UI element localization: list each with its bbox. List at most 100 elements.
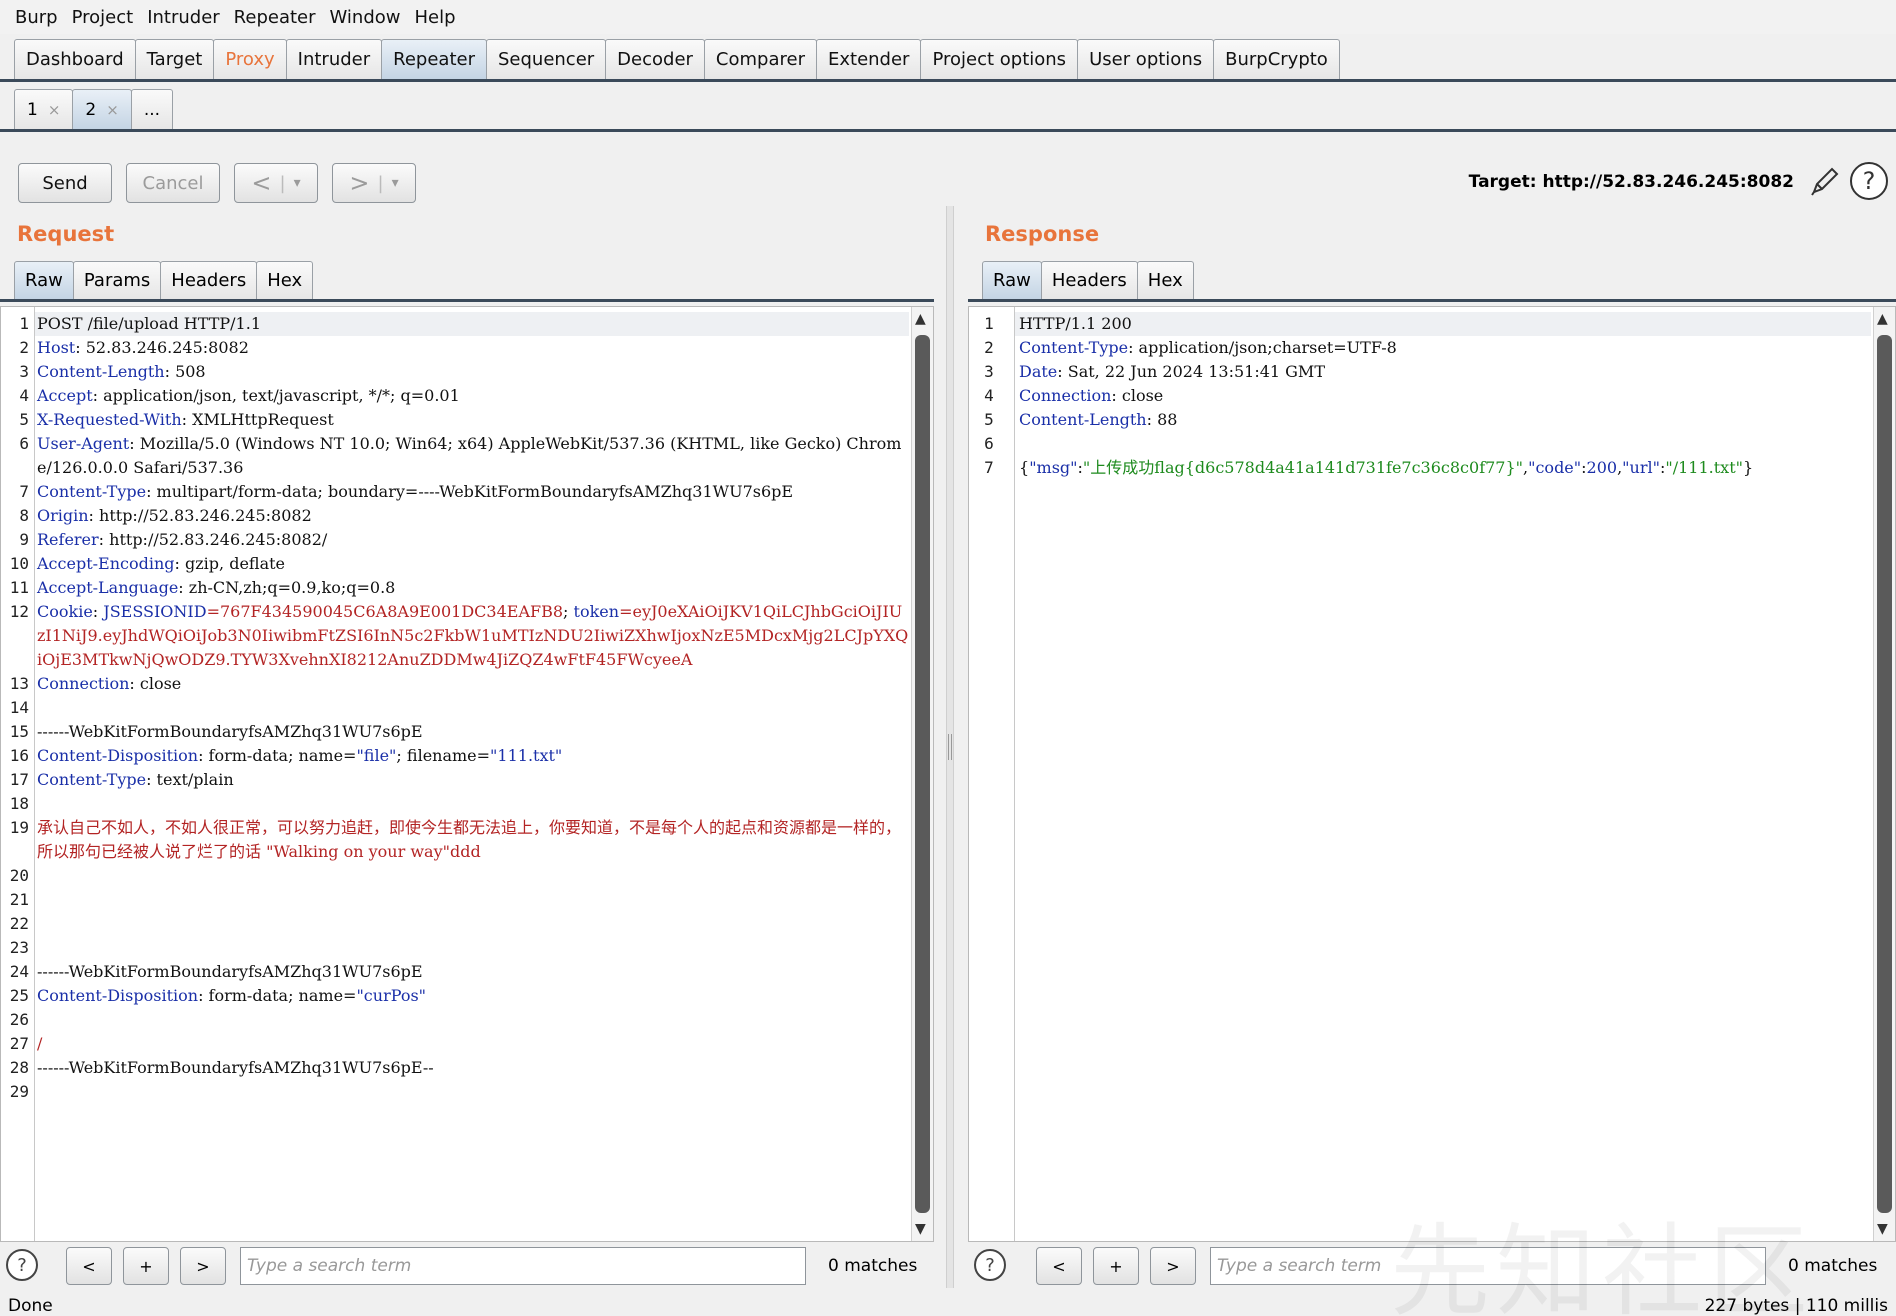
editor-line: 7 {"msg":"上传成功flag{d6c578d4a41a141d731fe7… [969, 456, 1871, 480]
editor-line: 15 ------WebKitFormBoundaryfsAMZhq31WU7s6… [1, 720, 909, 744]
menu-help[interactable]: Help [408, 7, 463, 28]
add-match-button[interactable]: + [123, 1247, 169, 1285]
help-icon[interactable]: ? [974, 1249, 1006, 1281]
send-button[interactable]: Send [18, 163, 112, 203]
response-tab-raw[interactable]: Raw [982, 261, 1042, 299]
line-content [35, 696, 909, 720]
editor-line: 1 POST /file/upload HTTP/1.1 [1, 312, 909, 336]
repeater-toolbar: Send Cancel < | ▾ > | ▾ Target: http://5… [0, 160, 1896, 204]
token: : multipart/form-data; boundary=----WebK… [146, 482, 794, 501]
line-number: 26 [9, 1010, 29, 1029]
response-text[interactable]: 1 HTTP/1.1 200 2 Content-Type: application/… [969, 312, 1871, 480]
response-view-tabs: Raw Headers Hex [968, 261, 1896, 302]
line-content: Origin: http://52.83.246.245:8082 [35, 504, 909, 528]
pencil-icon[interactable] [1808, 164, 1842, 198]
menu-project[interactable]: Project [65, 7, 141, 28]
add-match-button[interactable]: + [1093, 1247, 1139, 1285]
tab-repeater[interactable]: Repeater [381, 39, 487, 79]
status-bar: Done 227 bytes | 110 millis [0, 1294, 1896, 1316]
editor-line: 29 [1, 1080, 909, 1104]
line-content: Accept-Language: zh-CN,zh;q=0.9,ko;q=0.8 [35, 576, 909, 600]
tab-target[interactable]: Target [134, 39, 215, 79]
response-editor[interactable]: 1 HTTP/1.1 200 2 Content-Type: application/… [968, 306, 1896, 1242]
line-number: 12 [9, 602, 29, 621]
response-scrollbar[interactable]: ▲ ▼ [1873, 307, 1895, 1241]
editor-line: 9 Referer: http://52.83.246.245:8082/ [1, 528, 909, 552]
cancel-button[interactable]: Cancel [126, 163, 220, 203]
line-number: 8 [19, 506, 29, 525]
tab-user-options[interactable]: User options [1077, 39, 1215, 79]
scroll-up-icon[interactable]: ▲ [915, 311, 926, 327]
menu-burp[interactable]: Burp [8, 7, 65, 28]
help-icon[interactable]: ? [1850, 162, 1888, 200]
request-tab-hex[interactable]: Hex [256, 261, 314, 299]
divider-grip[interactable] [948, 734, 952, 760]
token: "msg" [1029, 458, 1078, 477]
token: : [92, 602, 104, 621]
scroll-thumb[interactable] [915, 335, 930, 1213]
line-content: Content-Type: multipart/form-data; bound… [35, 480, 909, 504]
request-tab-raw[interactable]: Raw [14, 261, 74, 299]
request-editor[interactable]: 1 POST /file/upload HTTP/1.1 2 Host: 52.83.… [0, 306, 934, 1242]
tab-project-options[interactable]: Project options [920, 39, 1079, 79]
line-content: Referer: http://52.83.246.245:8082/ [35, 528, 909, 552]
tab-decoder[interactable]: Decoder [605, 39, 705, 79]
next-match-button[interactable]: > [1150, 1247, 1196, 1285]
menu-bar: Burp Project Intruder Repeater Window He… [0, 0, 1896, 34]
editor-line: 5 Content-Length: 88 [969, 408, 1871, 432]
scroll-up-icon[interactable]: ▲ [1877, 311, 1888, 327]
scroll-down-icon[interactable]: ▼ [915, 1221, 926, 1237]
repeater-tab-2[interactable]: 2 × [72, 89, 132, 129]
menu-intruder[interactable]: Intruder [140, 7, 226, 28]
line-number: 5 [19, 410, 29, 429]
token: ; [563, 602, 574, 621]
line-number: 18 [9, 794, 29, 813]
forward-button[interactable]: > | ▾ [332, 163, 416, 203]
line-content: Accept: application/json, text/javascrip… [35, 384, 909, 408]
line-content [35, 888, 909, 912]
request-view-tabs: Raw Params Headers Hex [0, 261, 934, 302]
next-match-button[interactable]: > [180, 1247, 226, 1285]
line-content [35, 912, 909, 936]
tab-dashboard[interactable]: Dashboard [14, 39, 136, 79]
close-icon[interactable]: × [106, 101, 119, 119]
scroll-down-icon[interactable]: ▼ [1877, 1221, 1888, 1237]
tab-intruder[interactable]: Intruder [285, 39, 383, 79]
repeater-tab-1[interactable]: 1 × [14, 89, 74, 129]
repeater-tab-label: 1 [27, 99, 38, 120]
response-search-input[interactable] [1210, 1247, 1766, 1285]
tab-sequencer[interactable]: Sequencer [485, 39, 607, 79]
line-number: 6 [984, 434, 994, 453]
repeater-tab-label: ... [143, 99, 161, 120]
request-tab-headers[interactable]: Headers [160, 261, 258, 299]
scroll-thumb[interactable] [1877, 335, 1892, 1213]
response-tab-headers[interactable]: Headers [1040, 261, 1138, 299]
token: Accept-Language [37, 578, 179, 597]
line-content [35, 792, 909, 816]
response-tab-hex[interactable]: Hex [1136, 261, 1194, 299]
menu-window[interactable]: Window [323, 7, 408, 28]
token: : form-data; name= [198, 746, 357, 765]
line-content: POST /file/upload HTTP/1.1 [35, 312, 909, 336]
tab-proxy[interactable]: Proxy [213, 39, 287, 79]
split-pane-divider[interactable] [946, 206, 954, 1288]
request-search-input[interactable] [240, 1247, 806, 1285]
request-tab-params[interactable]: Params [72, 261, 162, 299]
chevron-left-icon: < [251, 169, 272, 197]
request-title: Request [17, 222, 115, 246]
request-text[interactable]: 1 POST /file/upload HTTP/1.1 2 Host: 52.83.… [1, 312, 909, 1104]
tab-extender[interactable]: Extender [815, 39, 922, 79]
close-icon[interactable]: × [48, 101, 61, 119]
prev-match-button[interactable]: < [1036, 1247, 1082, 1285]
prev-match-button[interactable]: < [66, 1247, 112, 1285]
help-icon[interactable]: ? [6, 1249, 38, 1281]
tab-comparer[interactable]: Comparer [703, 39, 817, 79]
token: : 52.83.246.245:8082 [75, 338, 249, 357]
tab-burpcrypto[interactable]: BurpCrypto [1213, 39, 1340, 79]
line-number: 4 [19, 386, 29, 405]
token: Origin [37, 506, 89, 525]
menu-repeater[interactable]: Repeater [227, 7, 323, 28]
back-button[interactable]: < | ▾ [234, 163, 318, 203]
request-scrollbar[interactable]: ▲ ▼ [911, 307, 933, 1241]
repeater-tab-new[interactable]: ... [130, 89, 174, 129]
